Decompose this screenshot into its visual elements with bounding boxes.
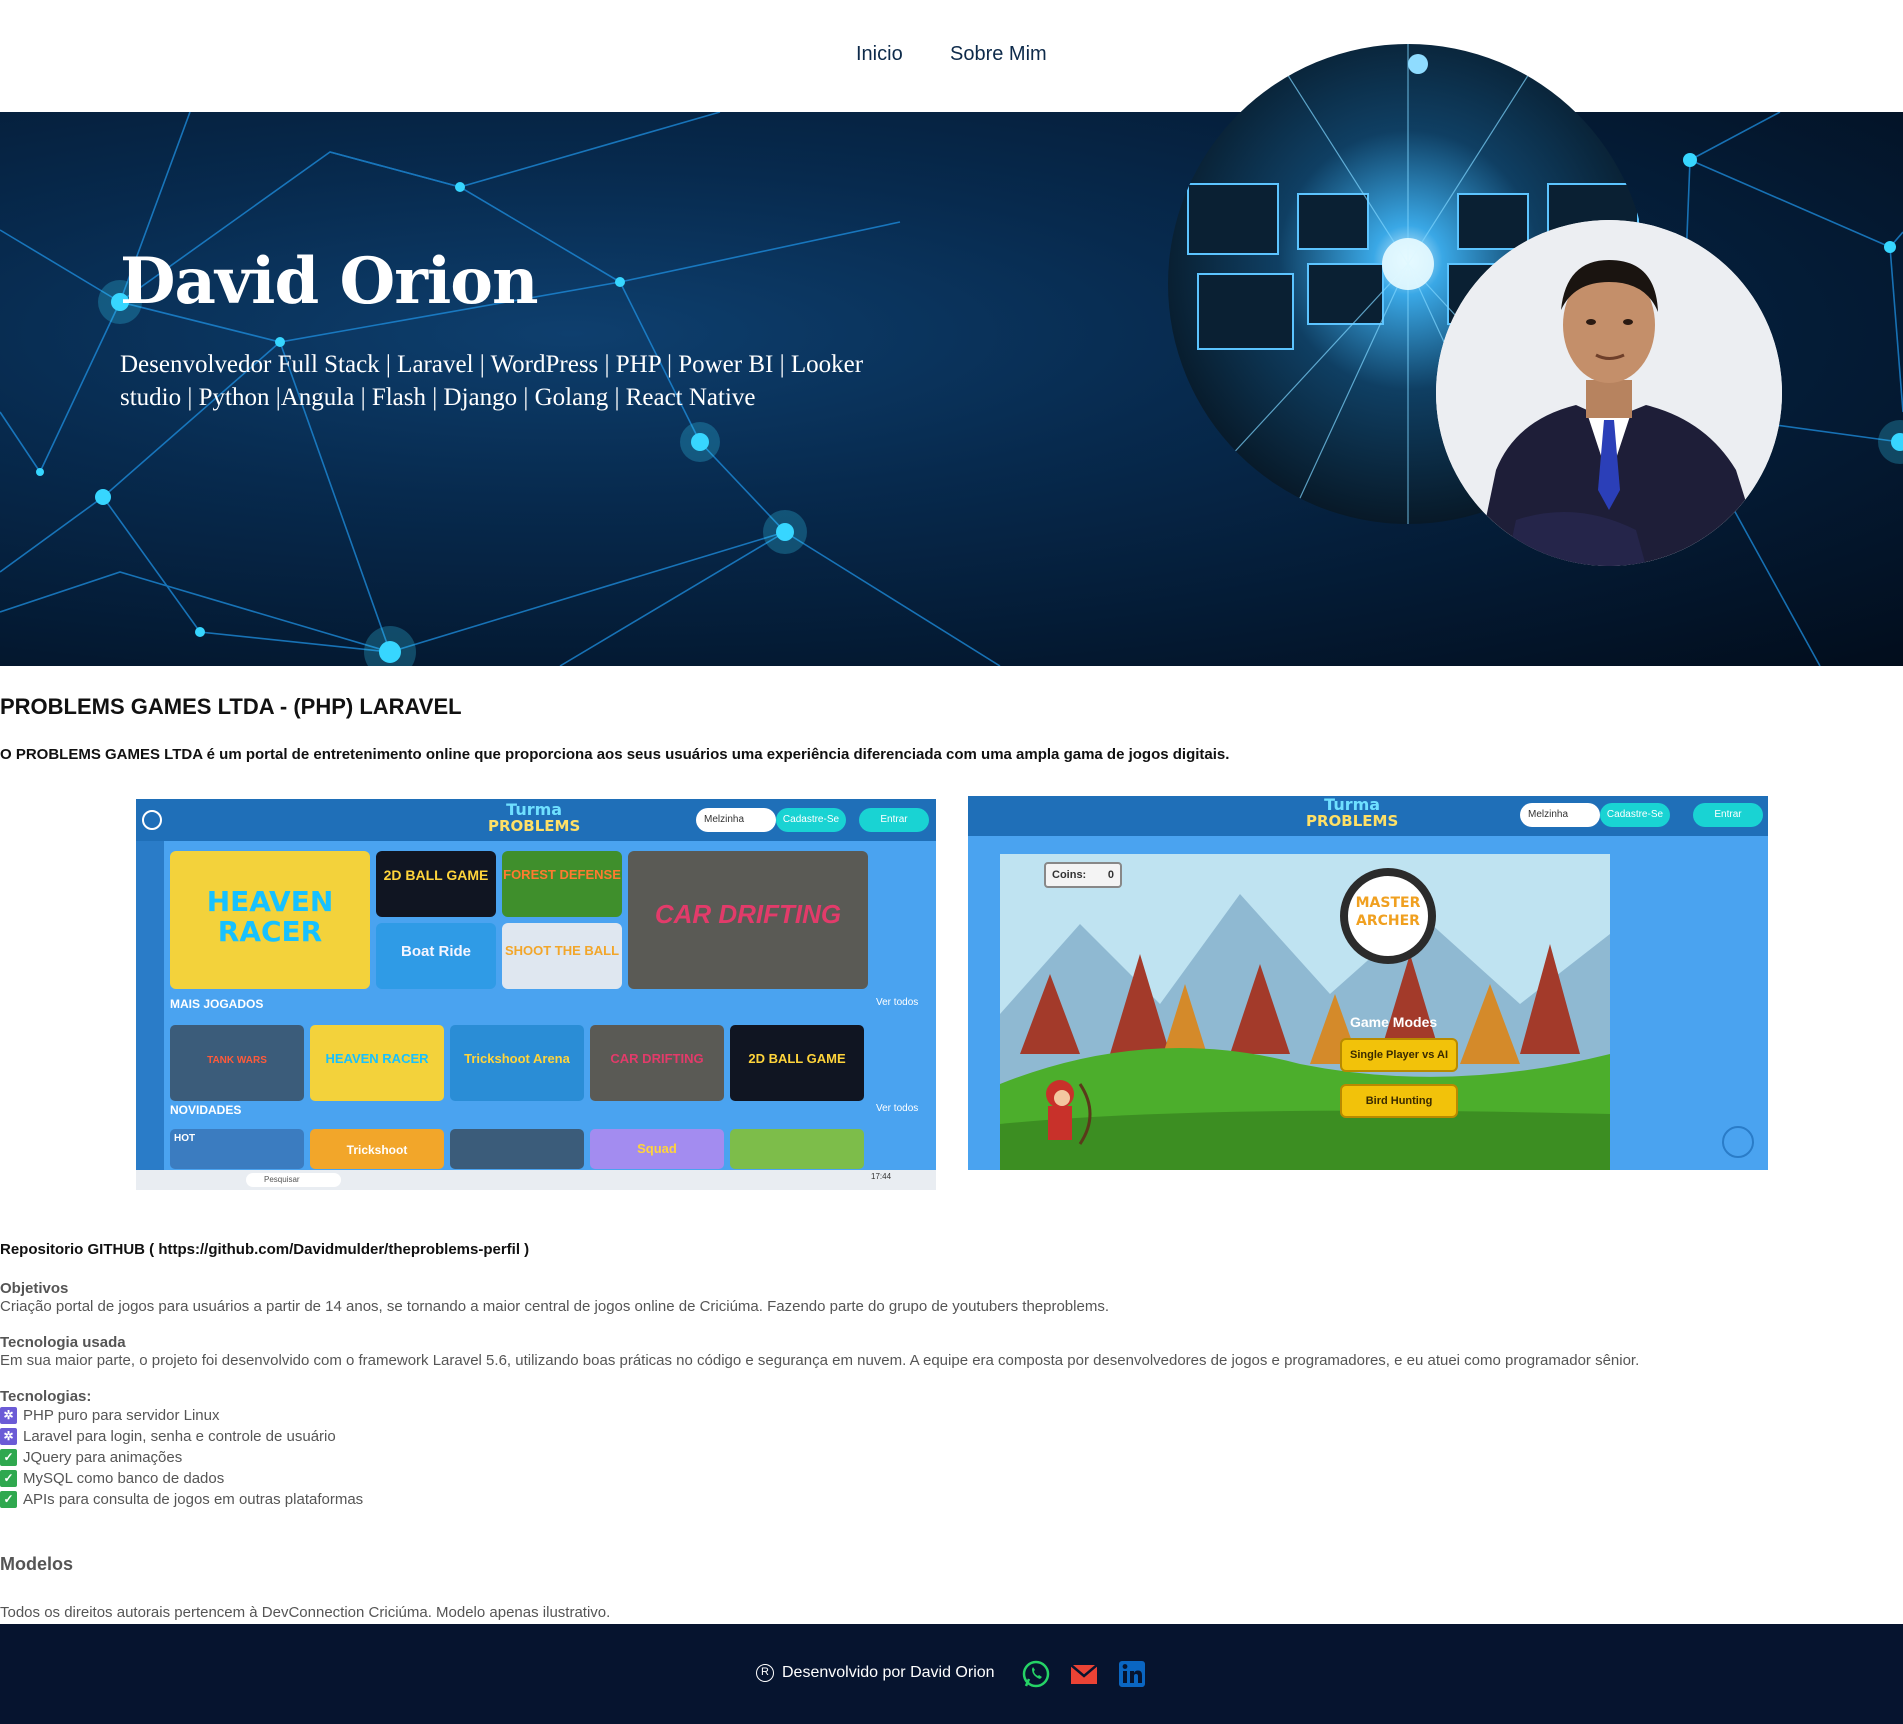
profile-photo	[1436, 220, 1782, 566]
round-button[interactable]	[1722, 1126, 1754, 1158]
user-chip[interactable]: Melzinha	[1520, 803, 1600, 827]
signup-button[interactable]: Cadastre-Se	[776, 808, 846, 832]
taskbar-clock: 17:44	[871, 1172, 892, 1181]
game-logo: MASTER ARCHER	[1340, 868, 1436, 964]
technology-item: ✲ PHP puro para servidor Linux	[0, 1407, 220, 1424]
technology-item: ✲ Laravel para login, senha e controle d…	[0, 1428, 336, 1445]
game-tile[interactable]: HOT	[170, 1129, 304, 1169]
footer-credit-text: Desenvolvido por David Orion	[782, 1664, 995, 1681]
back-icon	[142, 810, 162, 830]
objectives-heading: Objetivos	[0, 1280, 69, 1297]
atom-icon: ✲	[0, 1407, 17, 1424]
game-tile[interactable]: HEAVEN RACER	[310, 1025, 444, 1101]
technology-item: ✓ APIs para consulta de jogos em outras …	[0, 1491, 363, 1508]
featured-game-tile[interactable]: HEAVEN RACER	[170, 851, 370, 989]
game-tile[interactable]: SHOOT THE BALL	[502, 923, 622, 989]
registered-icon: R	[756, 1664, 774, 1682]
mode-bird-hunting-button[interactable]: Bird Hunting	[1340, 1084, 1458, 1118]
check-icon: ✓	[0, 1470, 17, 1487]
mode-single-player-button[interactable]: Single Player vs AI	[1340, 1038, 1458, 1072]
see-all-link[interactable]: Ver todos	[876, 997, 918, 1008]
atom-icon: ✲	[0, 1428, 17, 1445]
game-tile[interactable]: CAR DRIFTING	[628, 851, 868, 989]
game-modes-label: Game Modes	[1350, 1014, 1438, 1030]
game-tile[interactable]: Squad	[590, 1129, 724, 1169]
portal-logo: Turma PROBLEMS	[1306, 796, 1399, 830]
technology-label: MySQL como banco de dados	[23, 1470, 225, 1487]
nav-link-inicio[interactable]: Inicio	[856, 43, 903, 66]
whatsapp-icon[interactable]	[1022, 1660, 1050, 1688]
windows-taskbar: Pesquisar 17:44	[136, 1170, 936, 1190]
coins-value: 0	[1107, 869, 1114, 881]
coins-label: Coins:	[1052, 869, 1087, 881]
game-tile[interactable]: Boat Ride	[376, 923, 496, 989]
section-most-played: MAIS JOGADOS	[170, 997, 264, 1011]
game-tile[interactable]: TANK WARS	[170, 1025, 304, 1101]
game-tile[interactable]	[450, 1129, 584, 1169]
game-canvas[interactable]: Coins: 0 MASTER ARCHER Game Modes Single…	[1000, 854, 1610, 1170]
game-tile[interactable]: CAR DRIFTING	[590, 1025, 724, 1101]
login-button[interactable]: Entrar	[1693, 803, 1763, 827]
project-description: O PROBLEMS GAMES LTDA é um portal de ent…	[0, 746, 1230, 763]
objectives-text: Criação portal de jogos para usuários a …	[0, 1298, 1109, 1315]
technology-label: APIs para consulta de jogos em outras pl…	[23, 1491, 364, 1508]
portal-sidebar	[136, 841, 164, 1190]
check-icon: ✓	[0, 1491, 17, 1508]
footer-credit: R Desenvolvido por David Orion	[756, 1664, 995, 1682]
game-row: HOT Trickshoot Squad	[170, 1129, 936, 1169]
tech-used-heading: Tecnologia usada	[0, 1334, 126, 1351]
game-tile[interactable]: Trickshoot Arena	[450, 1025, 584, 1101]
technology-item: ✓ JQuery para animações	[0, 1449, 182, 1466]
technology-label: PHP puro para servidor Linux	[23, 1407, 220, 1424]
linkedin-icon[interactable]	[1118, 1660, 1146, 1688]
section-news: NOVIDADES	[170, 1103, 242, 1117]
technologies-heading: Tecnologias:	[0, 1388, 92, 1405]
top-navigation: Inicio Sobre Mim	[0, 0, 1903, 112]
project-title: PROBLEMS GAMES LTDA - (PHP) LARAVEL	[0, 694, 462, 719]
user-chip[interactable]: Melzinha	[696, 808, 776, 832]
game-row: TANK WARS HEAVEN RACER Trickshoot Arena …	[170, 1025, 936, 1101]
game-tile[interactable]: 2D BALL GAME	[376, 851, 496, 917]
footer: R Desenvolvido por David Orion	[0, 1624, 1903, 1724]
technology-label: Laravel para login, senha e controle de …	[23, 1428, 336, 1445]
github-repository-link[interactable]: Repositorio GITHUB ( https://github.com/…	[0, 1241, 529, 1258]
technology-item: ✓ MySQL como banco de dados	[0, 1470, 224, 1487]
portal-logo: Turma PROBLEMS	[488, 800, 581, 835]
game-tile[interactable]: FOREST DEFENSE	[502, 851, 622, 917]
hero-name: David Orion	[120, 244, 538, 319]
portal-header: Turma PROBLEMS Melzinha Cadastre-Se Entr…	[968, 796, 1768, 836]
copyright-notice: Todos os direitos autorais pertencem à D…	[0, 1604, 611, 1621]
models-heading: Modelos	[0, 1554, 74, 1574]
login-button[interactable]: Entrar	[859, 808, 929, 832]
coins-counter: Coins: 0	[1044, 862, 1122, 888]
see-all-link[interactable]: Ver todos	[876, 1103, 918, 1114]
tech-used-text: Em sua maior parte, o projeto foi desenv…	[0, 1352, 1640, 1369]
portal-screenshot: Turma PROBLEMS Melzinha Cadastre-Se Entr…	[136, 799, 936, 1190]
game-tile[interactable]: Trickshoot	[310, 1129, 444, 1169]
nav-link-sobre-mim[interactable]: Sobre Mim	[950, 43, 1047, 66]
taskbar-search[interactable]: Pesquisar	[246, 1173, 341, 1187]
check-icon: ✓	[0, 1449, 17, 1466]
hero-subtitle: Desenvolvedor Full Stack | Laravel | Wor…	[120, 351, 864, 411]
game-tile[interactable]: 2D BALL GAME	[730, 1025, 864, 1101]
game-tile[interactable]	[730, 1129, 864, 1169]
signup-button[interactable]: Cadastre-Se	[1600, 803, 1670, 827]
technology-label: JQuery para animações	[23, 1449, 183, 1466]
email-icon[interactable]	[1070, 1660, 1098, 1688]
game-screenshot: Turma PROBLEMS Melzinha Cadastre-Se Entr…	[968, 796, 1768, 1170]
portal-header: Turma PROBLEMS Melzinha Cadastre-Se Entr…	[136, 799, 936, 841]
